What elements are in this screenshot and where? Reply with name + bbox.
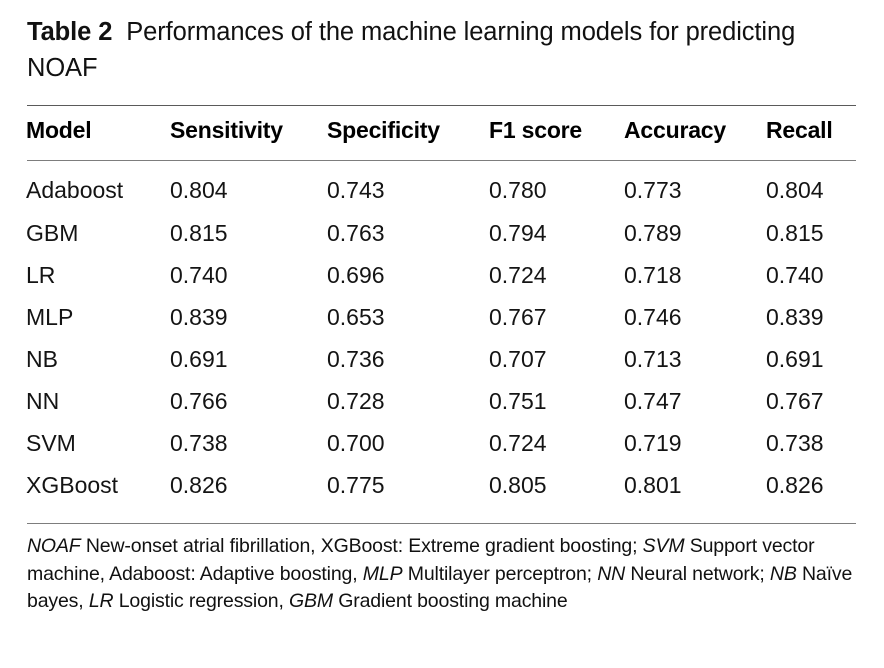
column-header-recall: Recall xyxy=(766,117,833,143)
cell-accuracy: 0.789 xyxy=(624,220,682,246)
table-row: XGBoost 0.826 0.775 0.805 0.801 0.826 xyxy=(0,469,884,501)
cell-model: XGBoost xyxy=(26,472,119,498)
footnote-text: Logistic regression, xyxy=(113,590,290,612)
cell-recall: 0.738 xyxy=(766,430,824,456)
cell-sensitivity: 0.815 xyxy=(170,220,228,246)
cell-specificity: 0.743 xyxy=(327,177,385,203)
cell-specificity: 0.700 xyxy=(327,430,385,456)
cell-model: Adaboost xyxy=(26,177,124,203)
cell-accuracy: 0.747 xyxy=(624,388,682,414)
cell-model: GBM xyxy=(26,220,79,246)
cell-recall: 0.740 xyxy=(766,262,824,288)
footnote-abbreviation: NN xyxy=(597,562,626,585)
table-header-rule xyxy=(27,160,856,161)
cell-recall: 0.804 xyxy=(766,177,824,203)
cell-recall: 0.767 xyxy=(766,388,824,414)
table-row: MLP 0.839 0.653 0.767 0.746 0.839 xyxy=(0,301,884,333)
cell-f1-score: 0.767 xyxy=(489,304,547,330)
cell-sensitivity: 0.804 xyxy=(170,177,228,203)
table-row: Adaboost 0.804 0.743 0.780 0.773 0.804 xyxy=(0,174,884,206)
cell-sensitivity: 0.738 xyxy=(170,430,228,456)
cell-specificity: 0.775 xyxy=(327,472,385,498)
table-row: SVM 0.738 0.700 0.724 0.719 0.738 xyxy=(0,427,884,459)
table-bottom-rule xyxy=(27,523,856,524)
footnote-abbreviation: LR xyxy=(88,590,114,612)
cell-f1-score: 0.751 xyxy=(489,388,547,414)
cell-sensitivity: 0.740 xyxy=(170,262,228,288)
cell-accuracy: 0.746 xyxy=(624,304,682,330)
cell-recall: 0.691 xyxy=(766,346,824,372)
cell-f1-score: 0.780 xyxy=(489,177,547,203)
table-row: LR 0.740 0.696 0.724 0.718 0.740 xyxy=(0,259,884,291)
footnote-text: New-onset atrial fibrillation, XGBoost: … xyxy=(80,535,643,557)
cell-accuracy: 0.801 xyxy=(624,472,682,498)
cell-sensitivity: 0.766 xyxy=(170,388,228,414)
footnote-abbreviation: GBM xyxy=(289,590,333,612)
cell-f1-score: 0.724 xyxy=(489,262,547,288)
column-header-sensitivity: Sensitivity xyxy=(170,117,283,143)
footnote-abbreviation: NOAF xyxy=(27,535,81,557)
cell-accuracy: 0.719 xyxy=(624,430,682,456)
cell-model: NN xyxy=(26,388,60,414)
cell-accuracy: 0.713 xyxy=(624,346,682,372)
column-header-specificity: Specificity xyxy=(327,117,440,143)
cell-sensitivity: 0.691 xyxy=(170,346,228,372)
table-top-rule xyxy=(27,105,856,106)
column-header-accuracy: Accuracy xyxy=(624,117,726,143)
table-footnote: NOAF New-onset atrial fibrillation, XGBo… xyxy=(27,533,857,616)
cell-specificity: 0.736 xyxy=(327,346,385,372)
footnote-text: Multilayer perceptron; xyxy=(402,562,598,585)
cell-sensitivity: 0.839 xyxy=(170,304,228,330)
table-caption-label: Table 2 xyxy=(27,18,113,46)
cell-sensitivity: 0.826 xyxy=(170,472,228,498)
cell-specificity: 0.728 xyxy=(327,388,385,414)
cell-recall: 0.839 xyxy=(766,304,824,330)
column-header-f1-score: F1 score xyxy=(489,117,583,143)
cell-model: SVM xyxy=(26,430,76,456)
cell-model: NB xyxy=(26,346,58,372)
footnote-abbreviation: SVM xyxy=(642,535,685,557)
footnote-text: Gradient boosting machine xyxy=(332,590,568,612)
footnote-text: Neural network; xyxy=(625,562,770,585)
cell-specificity: 0.763 xyxy=(327,220,385,246)
table-header-row: Model Sensitivity Specificity F1 score A… xyxy=(0,114,884,146)
cell-recall: 0.826 xyxy=(766,472,824,498)
cell-model: LR xyxy=(26,262,56,288)
cell-specificity: 0.653 xyxy=(327,304,385,330)
table-caption: Table 2 Performances of the machine lear… xyxy=(27,14,817,86)
cell-specificity: 0.696 xyxy=(327,262,385,288)
column-header-model: Model xyxy=(26,117,92,143)
table-figure: Table 2 Performances of the machine lear… xyxy=(0,0,884,668)
cell-accuracy: 0.773 xyxy=(624,177,682,203)
cell-f1-score: 0.724 xyxy=(489,430,547,456)
footnote-abbreviation: NB xyxy=(769,562,797,585)
table-row: GBM 0.815 0.763 0.794 0.789 0.815 xyxy=(0,217,884,249)
cell-recall: 0.815 xyxy=(766,220,824,246)
cell-f1-score: 0.805 xyxy=(489,472,547,498)
table-caption-text: Performances of the machine learning mod… xyxy=(27,18,796,82)
cell-f1-score: 0.707 xyxy=(489,346,547,372)
cell-accuracy: 0.718 xyxy=(624,262,682,288)
table-row: NB 0.691 0.736 0.707 0.713 0.691 xyxy=(0,343,884,375)
cell-f1-score: 0.794 xyxy=(489,220,547,246)
cell-model: MLP xyxy=(26,304,74,330)
table-row: NN 0.766 0.728 0.751 0.747 0.767 xyxy=(0,385,884,417)
footnote-abbreviation: MLP xyxy=(362,562,403,585)
caption-space xyxy=(112,18,126,46)
